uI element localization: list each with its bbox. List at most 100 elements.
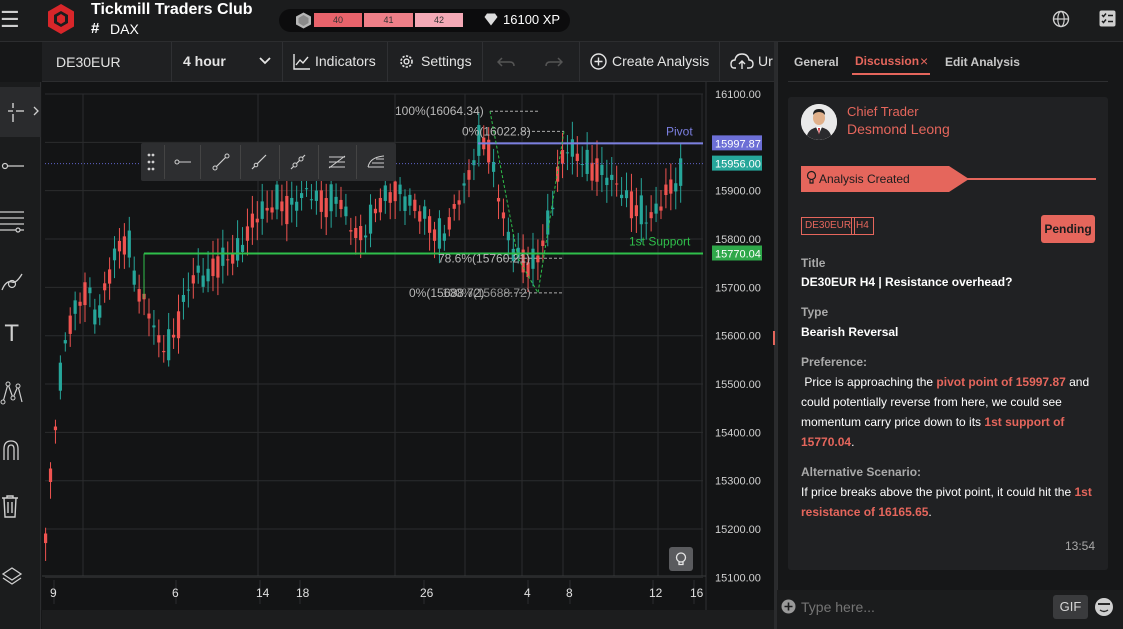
- toolbar-divider: [282, 42, 283, 82]
- candle-body: [654, 203, 658, 214]
- close-tab-icon[interactable]: ×: [920, 53, 928, 69]
- candle-body: [408, 194, 412, 206]
- timeframe-tag[interactable]: H4: [851, 217, 874, 235]
- extended-line-icon[interactable]: [250, 153, 268, 171]
- fib-channel-icon[interactable]: [366, 153, 386, 171]
- fib-levels-icon[interactable]: [0, 209, 41, 235]
- horizontal-line-icon[interactable]: [0, 158, 41, 174]
- price-tick-label: 15200.00: [715, 524, 761, 536]
- candle-body: [639, 195, 643, 225]
- date-tick-label: 26: [420, 586, 434, 600]
- toolbar-divider: [482, 42, 483, 82]
- candle-body: [78, 301, 82, 306]
- layers-icon[interactable]: [0, 565, 41, 591]
- candle-body: [201, 275, 205, 287]
- avatar[interactable]: [801, 104, 837, 140]
- upload-icon[interactable]: [730, 53, 754, 70]
- level-segment: 42: [415, 13, 463, 27]
- candle-body: [378, 197, 382, 213]
- text-tool-icon[interactable]: T: [5, 322, 18, 347]
- candle-body: [108, 269, 112, 284]
- magnet-icon[interactable]: [0, 438, 41, 464]
- candle-body: [265, 207, 269, 211]
- gif-button[interactable]: GIF: [1053, 595, 1088, 619]
- symbol-selector[interactable]: DE30EUR: [56, 54, 121, 70]
- emoji-icon[interactable]: [1094, 597, 1114, 617]
- club-logo-icon[interactable]: [46, 3, 76, 35]
- tab-general[interactable]: General: [794, 55, 839, 69]
- pivot-price-label: 15997.87: [715, 138, 761, 150]
- gear-icon[interactable]: [398, 53, 415, 70]
- create-analysis-button[interactable]: Create Analysis: [612, 53, 709, 69]
- candle-body: [250, 213, 254, 228]
- redo-icon[interactable]: [545, 56, 563, 68]
- candle-body: [68, 315, 72, 334]
- candle-body: [339, 199, 343, 210]
- candle-body: [496, 197, 501, 202]
- toolbar-divider: [356, 145, 357, 179]
- upload-button[interactable]: Ur: [758, 53, 775, 69]
- settings-button[interactable]: Settings: [421, 53, 472, 69]
- undo-icon[interactable]: [497, 56, 515, 68]
- menu-icon[interactable]: ☰: [0, 8, 20, 32]
- candle-body: [501, 212, 506, 219]
- symbol-tag[interactable]: DE30EUR: [801, 217, 856, 235]
- channel-hash-icon: #: [91, 20, 100, 37]
- brush-icon[interactable]: [0, 268, 41, 294]
- candle-body: [403, 196, 407, 211]
- candle-body: [580, 164, 584, 166]
- candle-body: [290, 197, 294, 205]
- pattern-tool-icon[interactable]: [0, 380, 41, 406]
- message-time: 13:54: [1065, 539, 1096, 553]
- diamond-icon: [484, 13, 498, 26]
- candle-body: [162, 350, 166, 353]
- ray-icon[interactable]: [172, 154, 194, 170]
- candle-body: [236, 238, 240, 261]
- candle-body: [226, 259, 230, 261]
- parallel-channel-icon[interactable]: [327, 153, 347, 171]
- candle-body: [605, 177, 609, 186]
- trash-icon[interactable]: [0, 494, 41, 520]
- candle-body: [432, 229, 437, 241]
- interval-selector[interactable]: 4 hour: [183, 53, 226, 69]
- date-tick-label: 4: [524, 586, 531, 600]
- candle-body: [117, 240, 122, 252]
- level-segment: 41: [364, 13, 413, 27]
- globe-icon[interactable]: [1052, 10, 1070, 28]
- crosshair-icon[interactable]: [0, 98, 41, 124]
- candle-body: [610, 174, 614, 180]
- fib-level-label: 0%(16022.8): [462, 124, 531, 138]
- resize-grip[interactable]: [773, 331, 775, 345]
- info-line-icon[interactable]: [289, 153, 307, 171]
- support-price-label: 15770.04: [715, 249, 761, 261]
- club-title[interactable]: Tickmill Traders Club: [91, 1, 253, 19]
- candle-body: [127, 230, 131, 258]
- candle-body: [137, 289, 141, 302]
- candle-body: [300, 193, 304, 199]
- tab-discussion[interactable]: Discussion: [855, 54, 919, 68]
- candle-body: [565, 152, 570, 154]
- candle-body: [275, 184, 279, 210]
- price-tick-label: 16100.00: [715, 89, 761, 101]
- candle-body: [334, 196, 338, 204]
- toolbar-divider: [719, 42, 720, 82]
- chevron-down-icon[interactable]: [259, 57, 271, 65]
- author-name[interactable]: Desmond Leong: [847, 121, 950, 137]
- preference-text: Price is approaching the pivot point of …: [801, 375, 1093, 449]
- indicators-button[interactable]: Indicators: [315, 53, 376, 69]
- tasks-icon[interactable]: [1099, 10, 1116, 27]
- message-input[interactable]: [801, 596, 1041, 618]
- indicators-icon[interactable]: [293, 53, 311, 70]
- candle-body: [442, 233, 446, 241]
- price-tick-label: 15600.00: [715, 331, 761, 343]
- plus-circle-icon[interactable]: [781, 599, 796, 614]
- fib-level-label: 100%(15688.72): [442, 286, 531, 300]
- candle-body: [88, 287, 92, 294]
- trend-line-icon[interactable]: [212, 153, 230, 171]
- candle-body: [304, 188, 309, 190]
- drag-handle-icon[interactable]: [146, 151, 156, 173]
- plus-circle-icon[interactable]: [590, 53, 607, 70]
- channel-name[interactable]: DAX: [110, 21, 139, 37]
- tab-edit-analysis[interactable]: Edit Analysis: [945, 55, 1020, 69]
- gem-icon: [296, 12, 311, 29]
